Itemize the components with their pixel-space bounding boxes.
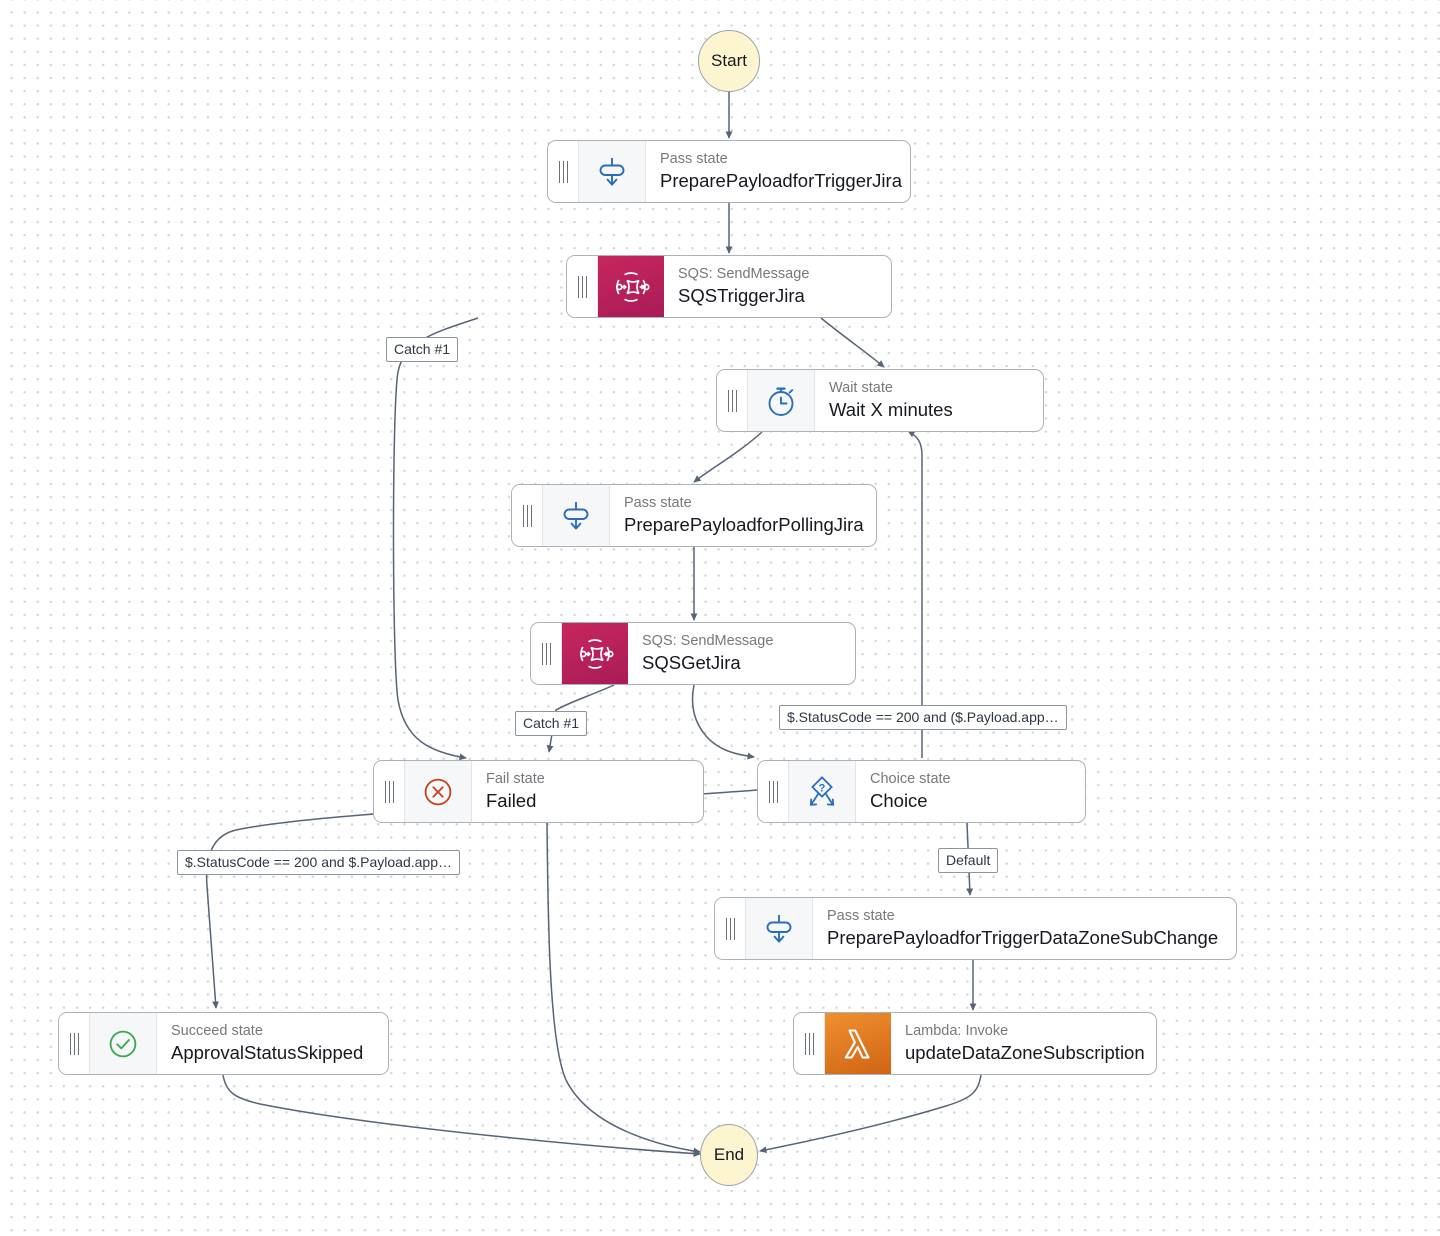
edge-label-choice-rule-2[interactable]: $.StatusCode == 200 and $.Payload.app… (177, 850, 460, 876)
state-labels: SQS: SendMessage SQSGetJira (628, 623, 855, 684)
succeed-state-icon (90, 1013, 157, 1074)
state-name: Choice (870, 790, 928, 812)
sqs-icon (562, 623, 628, 684)
drag-handle[interactable] (715, 898, 746, 959)
drag-handle[interactable] (374, 761, 405, 822)
pass-state-icon (579, 141, 646, 202)
state-name: SQSGetJira (642, 652, 741, 674)
state-kind: Pass state (660, 150, 728, 167)
state-name: Wait X minutes (829, 399, 953, 421)
state-card-sqs-trigger-jira[interactable]: SQS: SendMessage SQSTriggerJira (566, 255, 892, 318)
state-name: ApprovalStatusSkipped (171, 1042, 364, 1064)
edge-sqs-trigger-to-wait (820, 317, 885, 368)
state-kind: SQS: SendMessage (642, 632, 774, 649)
state-card-prepare-payload-for-trigger-jira[interactable]: Pass state PreparePayloadforTriggerJira (547, 140, 911, 203)
state-labels: Fail state Failed (472, 761, 703, 822)
drag-handle[interactable] (567, 256, 598, 317)
end-label: End (713, 1145, 745, 1164)
state-name: Failed (486, 790, 537, 812)
state-card-prepare-payload-for-trigger-datazone-sub-change[interactable]: Pass state PreparePayloadforTriggerDataZ… (714, 897, 1237, 960)
drag-handle[interactable] (59, 1013, 90, 1074)
state-labels: Succeed state ApprovalStatusSkipped (157, 1013, 388, 1074)
edge-failed-to-end (546, 822, 701, 1155)
edge-wait-to-prepare-polling (693, 431, 763, 483)
edge-label-choice-rule-1[interactable]: $.StatusCode == 200 and ($.Payload.app… (779, 705, 1067, 731)
state-card-prepare-payload-for-polling-jira[interactable]: Pass state PreparePayloadforPollingJira (511, 484, 877, 547)
state-labels: Pass state PreparePayloadforTriggerJira (646, 141, 910, 202)
start-node[interactable]: Start (698, 30, 760, 92)
state-card-approval-status-skipped[interactable]: Succeed state ApprovalStatusSkipped (58, 1012, 389, 1075)
state-labels: SQS: SendMessage SQSTriggerJira (664, 256, 891, 317)
svg-text:?: ? (819, 782, 826, 794)
edge-lambda-to-end (759, 1074, 982, 1154)
state-labels: Lambda: Invoke updateDataZoneSubscriptio… (891, 1013, 1156, 1074)
lambda-icon (825, 1013, 891, 1074)
edge-label-catch-1-trigger[interactable]: Catch #1 (386, 337, 459, 363)
drag-handle[interactable] (794, 1013, 825, 1074)
state-name: PreparePayloadforPollingJira (624, 514, 864, 536)
state-card-sqs-get-jira[interactable]: SQS: SendMessage SQSGetJira (530, 622, 856, 685)
state-labels: Pass state PreparePayloadforTriggerDataZ… (813, 898, 1236, 959)
fail-state-icon (405, 761, 472, 822)
state-kind: Lambda: Invoke (905, 1022, 1009, 1039)
edge-succeed-to-end (222, 1074, 701, 1157)
state-labels: Wait state Wait X minutes (815, 370, 1043, 431)
state-kind: Choice state (870, 770, 951, 787)
drag-handle[interactable] (531, 623, 562, 684)
drag-handle[interactable] (717, 370, 748, 431)
start-label: Start (711, 51, 747, 70)
state-kind: SQS: SendMessage (678, 265, 810, 282)
state-card-wait-x-minutes[interactable]: Wait state Wait X minutes (716, 369, 1044, 432)
state-kind: Pass state (827, 907, 895, 924)
state-kind: Wait state (829, 379, 893, 396)
drag-handle[interactable] (758, 761, 789, 822)
state-card-choice[interactable]: ? Choice state Choice (757, 760, 1086, 823)
state-card-failed[interactable]: Fail state Failed (373, 760, 704, 823)
state-name: updateDataZoneSubscription (905, 1042, 1145, 1064)
drag-handle[interactable] (512, 485, 543, 546)
state-labels: Choice state Choice (856, 761, 1085, 822)
end-node[interactable]: End (700, 1124, 758, 1186)
state-kind: Fail state (486, 770, 545, 787)
edge-sqs-trigger-catch-to-failed (392, 317, 479, 761)
state-labels: Pass state PreparePayloadforPollingJira (610, 485, 876, 546)
pass-state-icon (746, 898, 813, 959)
wait-state-icon (748, 370, 815, 431)
workflow-canvas[interactable]: Start End Pass state PreparePayloadforTr… (0, 0, 1440, 1236)
sqs-icon (598, 256, 664, 317)
edge-sqs-get-to-choice (691, 684, 755, 760)
choice-state-icon: ? (789, 761, 856, 822)
state-name: PreparePayloadforTriggerDataZoneSubChang… (827, 927, 1219, 949)
state-kind: Pass state (624, 494, 692, 511)
state-name: PreparePayloadforTriggerJira (660, 170, 902, 192)
edge-label-catch-1-get[interactable]: Catch #1 (515, 711, 588, 737)
state-name: SQSTriggerJira (678, 285, 805, 307)
edge-label-default-rule[interactable]: Default (938, 848, 999, 874)
state-card-update-datazone-subscription[interactable]: Lambda: Invoke updateDataZoneSubscriptio… (793, 1012, 1157, 1075)
drag-handle[interactable] (548, 141, 579, 202)
pass-state-icon (543, 485, 610, 546)
state-kind: Succeed state (171, 1022, 263, 1039)
